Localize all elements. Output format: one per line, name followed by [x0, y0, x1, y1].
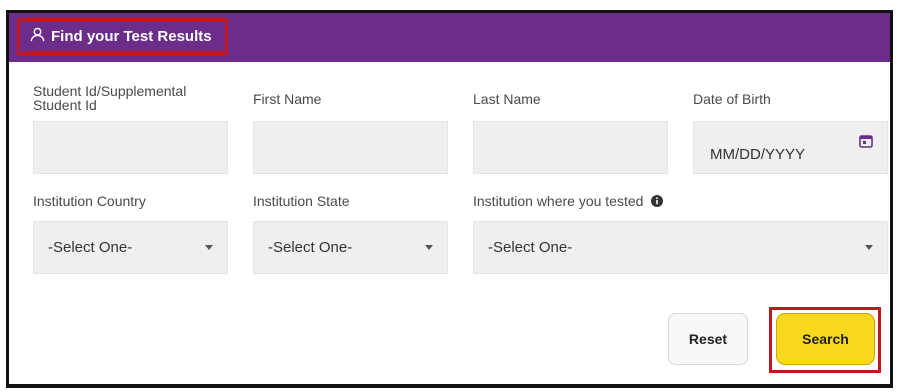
test-results-panel: Find your Test Results Student Id/Supple… [6, 10, 893, 388]
last-name-label: Last Name [473, 91, 541, 107]
panel-title: Find your Test Results [17, 18, 228, 55]
date-of-birth-label: Date of Birth [693, 91, 771, 107]
chevron-down-icon [205, 245, 213, 250]
first-name-input[interactable] [253, 121, 448, 174]
chevron-down-icon [865, 245, 873, 250]
calendar-icon[interactable] [859, 134, 873, 148]
institution-country-label: Institution Country [33, 193, 146, 209]
date-of-birth-input[interactable]: MM/DD/YYYY [693, 121, 888, 174]
date-of-birth-placeholder: MM/DD/YYYY [710, 146, 806, 163]
institution-tested-label-text: Institution where you tested [473, 193, 644, 209]
panel-header: Find your Test Results [9, 13, 890, 62]
institution-state-select[interactable]: -Select One- [253, 221, 448, 274]
institution-state-value: -Select One- [268, 239, 353, 256]
institution-tested-value: -Select One- [488, 239, 573, 256]
student-id-label: Student Id/Supplemental Student Id [33, 83, 187, 113]
institution-country-select[interactable]: -Select One- [33, 221, 228, 274]
panel-title-text: Find your Test Results [51, 28, 212, 45]
info-icon[interactable] [651, 195, 664, 207]
chevron-down-icon [425, 245, 433, 250]
student-id-input[interactable] [33, 121, 228, 174]
reset-button[interactable]: Reset [668, 313, 748, 365]
institution-country-value: -Select One- [48, 239, 133, 256]
last-name-input[interactable] [473, 121, 668, 174]
institution-state-label: Institution State [253, 193, 350, 209]
user-icon [30, 27, 45, 46]
first-name-label: First Name [253, 91, 322, 107]
institution-tested-label: Institution where you tested [473, 193, 664, 209]
search-button[interactable]: Search [776, 313, 875, 365]
institution-tested-select[interactable]: -Select One- [473, 221, 888, 274]
